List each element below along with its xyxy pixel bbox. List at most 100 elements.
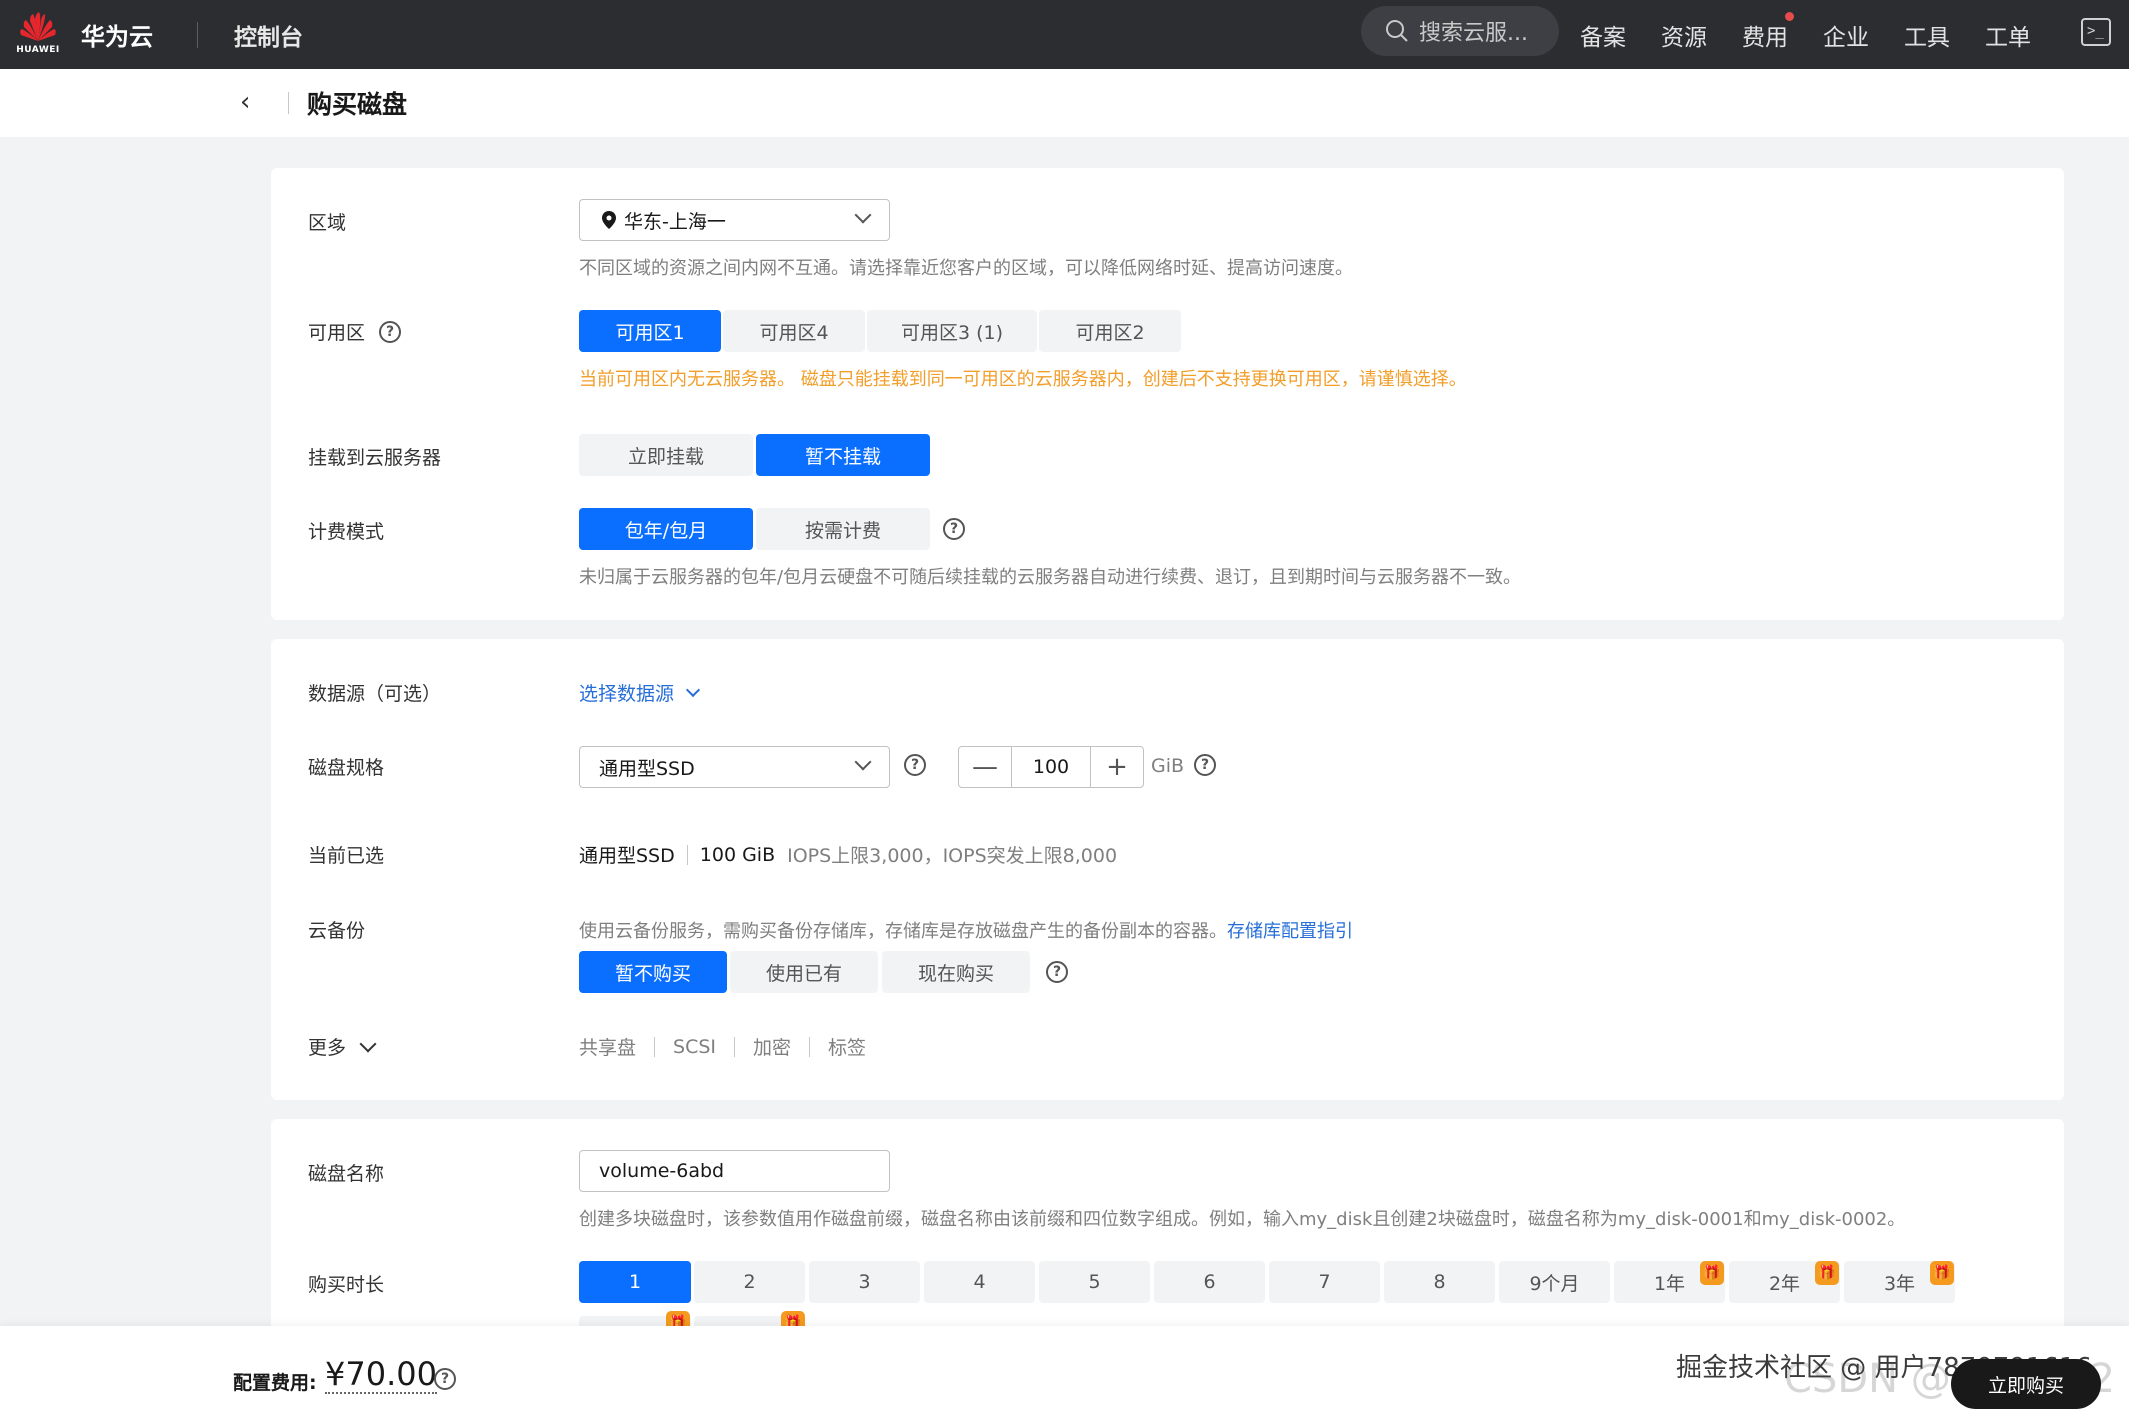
more-tags[interactable]: 标签 [828,1033,866,1060]
billing-yearly-monthly-button[interactable]: 包年/包月 [579,508,753,550]
chevron-down-icon [854,753,872,771]
buy-now-button[interactable]: 立即购买 [1951,1359,2101,1409]
current-type: 通用型SSD [579,845,675,867]
help-icon[interactable]: ? [904,754,926,776]
disk-name-value: volume-6abd [599,1160,725,1182]
notification-dot-icon [1785,11,1794,21]
current-size: 100 GiB [699,843,776,866]
nav-enterprise[interactable]: 企业 [1823,18,1869,52]
attach-now-button[interactable]: 立即挂载 [579,434,753,476]
az-option-3[interactable]: 可用区3 (1) [867,310,1037,352]
page-title: 购买磁盘 [307,90,408,119]
duration-1[interactable]: 1 [579,1261,691,1303]
gift-icon: 🎁 [1700,1261,1724,1285]
help-icon[interactable]: ? [943,518,965,540]
backup-buy-now-button[interactable]: 现在购买 [882,951,1030,993]
current-selection-label: 当前已选 [308,845,385,867]
billing-on-demand-button[interactable]: 按需计费 [756,508,930,550]
huawei-logo[interactable]: HUAWEI [16,11,60,59]
bottom-price-bar: 配置费用: ¥70.00 ? CSDN @illusive2 掘金技术社区 @ … [0,1326,2129,1413]
basic-config-card: 区域 华东-上海一 不同区域的资源之间内网不互通。请选择靠近您客户的区域，可以降… [271,168,2064,620]
duration-5[interactable]: 5 [1039,1261,1150,1303]
divider [654,1036,656,1057]
help-icon[interactable]: ? [1194,754,1216,776]
attach-label: 挂载到云服务器 [308,447,442,469]
disk-name-label: 磁盘名称 [308,1163,385,1185]
divider [288,92,289,114]
decrement-button[interactable]: — [959,747,1011,787]
disk-size-stepper[interactable]: — 100 + [958,746,1144,788]
nav-billing[interactable]: 费用 [1742,11,1794,52]
terminal-icon[interactable]: >_ [2081,18,2111,46]
current-iops: IOPS上限3,000，IOPS突发上限8,000 [787,845,1118,867]
az-option-1[interactable]: 可用区1 [579,310,721,352]
console-link[interactable]: 控制台 [234,18,303,52]
help-icon[interactable]: ? [379,320,402,343]
backup-use-existing-button[interactable]: 使用已有 [730,951,878,993]
disk-name-input[interactable]: volume-6abd [579,1150,890,1192]
top-navbar: HUAWEI 华为云 控制台 搜索云服... 备案 资源 费用 企业 工具 工单… [0,0,2129,69]
disk-name-hint: 创建多块磁盘时，该参数值用作磁盘前缀，磁盘名称由该前缀和四位数字组成。例如，输入… [579,1209,1906,1230]
divider [734,1036,736,1057]
disk-type-select[interactable]: 通用型SSD [579,746,890,788]
nav-tickets[interactable]: 工单 [1985,18,2031,52]
backup-guide-link[interactable]: 存储库配置指引 [1227,921,1353,942]
location-pin-icon [602,211,616,229]
chevron-down-icon [854,206,872,224]
region-hint: 不同区域的资源之间内网不互通。请选择靠近您客户的区域，可以降低网络时延、提高访问… [579,258,1353,279]
duration-3[interactable]: 3 [809,1261,920,1303]
search-placeholder: 搜索云服... [1419,21,1528,46]
more-scsi[interactable]: SCSI [673,1036,716,1058]
select-datasource-link[interactable]: 选择数据源 [579,679,701,706]
disk-config-card: 数据源（可选） 选择数据源 磁盘规格 通用型SSD ? — 100 + GiB … [271,639,2064,1100]
duration-4[interactable]: 4 [924,1261,1035,1303]
duration-7[interactable]: 7 [1269,1261,1380,1303]
backup-label: 云备份 [308,920,366,942]
back-arrow-icon[interactable]: ‹ [240,89,266,115]
az-option-4[interactable]: 可用区4 [723,310,865,352]
nav-tools[interactable]: 工具 [1904,18,1950,52]
fee-value[interactable]: ¥70.00 [325,1356,437,1394]
page-header: ‹ 购买磁盘 [0,69,2129,137]
divider [686,844,688,865]
current-selection: 通用型SSD 100 GiB IOPS上限3,000，IOPS突发上限8,000 [579,841,1117,868]
top-nav-links: 备案 资源 费用 企业 工具 工单 [1580,0,2066,69]
more-toggle[interactable]: 更多 [308,1033,377,1060]
more-label: 更多 [308,1037,347,1059]
backup-hint-row: 使用云备份服务，需购买备份存储库，存储库是存放磁盘产生的备份副本的容器。存储库配… [579,917,1353,943]
more-shared-disk[interactable]: 共享盘 [579,1033,636,1060]
region-select[interactable]: 华东-上海一 [579,199,890,241]
duration-label: 购买时长 [308,1274,385,1296]
more-options: 共享盘 SCSI 加密 标签 [579,1033,866,1060]
nav-billing-label: 费用 [1742,24,1788,51]
logo-text: HUAWEI [16,44,60,55]
duration-8[interactable]: 8 [1384,1261,1495,1303]
duration-6[interactable]: 6 [1154,1261,1265,1303]
az-warning: 当前可用区内无云服务器。 磁盘只能挂载到同一可用区的云服务器内，创建后不支持更换… [579,369,1467,390]
az-label-text: 可用区 [308,322,366,344]
nav-resources[interactable]: 资源 [1661,18,1707,52]
spec-label: 磁盘规格 [308,757,385,779]
more-encryption[interactable]: 加密 [753,1033,791,1060]
chevron-down-icon [685,682,701,697]
disk-size-input[interactable]: 100 [1011,747,1091,787]
attach-later-button[interactable]: 暂不挂载 [756,434,930,476]
size-unit: GiB [1151,755,1185,777]
divider [197,21,198,48]
datasource-label: 数据源（可选） [308,683,442,705]
gift-icon: 🎁 [1930,1261,1954,1285]
increment-button[interactable]: + [1091,747,1143,787]
huawei-logo-icon [20,11,56,41]
search-icon [1386,20,1408,42]
billing-hint: 未归属于云服务器的包年/包月云硬盘不可随后续挂载的云服务器自动进行续费、退订，且… [579,567,1522,588]
duration-2[interactable]: 2 [694,1261,805,1303]
nav-beian[interactable]: 备案 [1580,18,1626,52]
disk-type-value: 通用型SSD [599,757,695,780]
search-box[interactable]: 搜索云服... [1361,6,1559,56]
help-icon[interactable]: ? [434,1368,456,1390]
backup-no-buy-button[interactable]: 暂不购买 [579,951,727,993]
brand-name[interactable]: 华为云 [81,17,153,52]
duration-9-months[interactable]: 9个月 [1499,1261,1610,1303]
az-option-2[interactable]: 可用区2 [1039,310,1181,352]
help-icon[interactable]: ? [1046,961,1068,983]
